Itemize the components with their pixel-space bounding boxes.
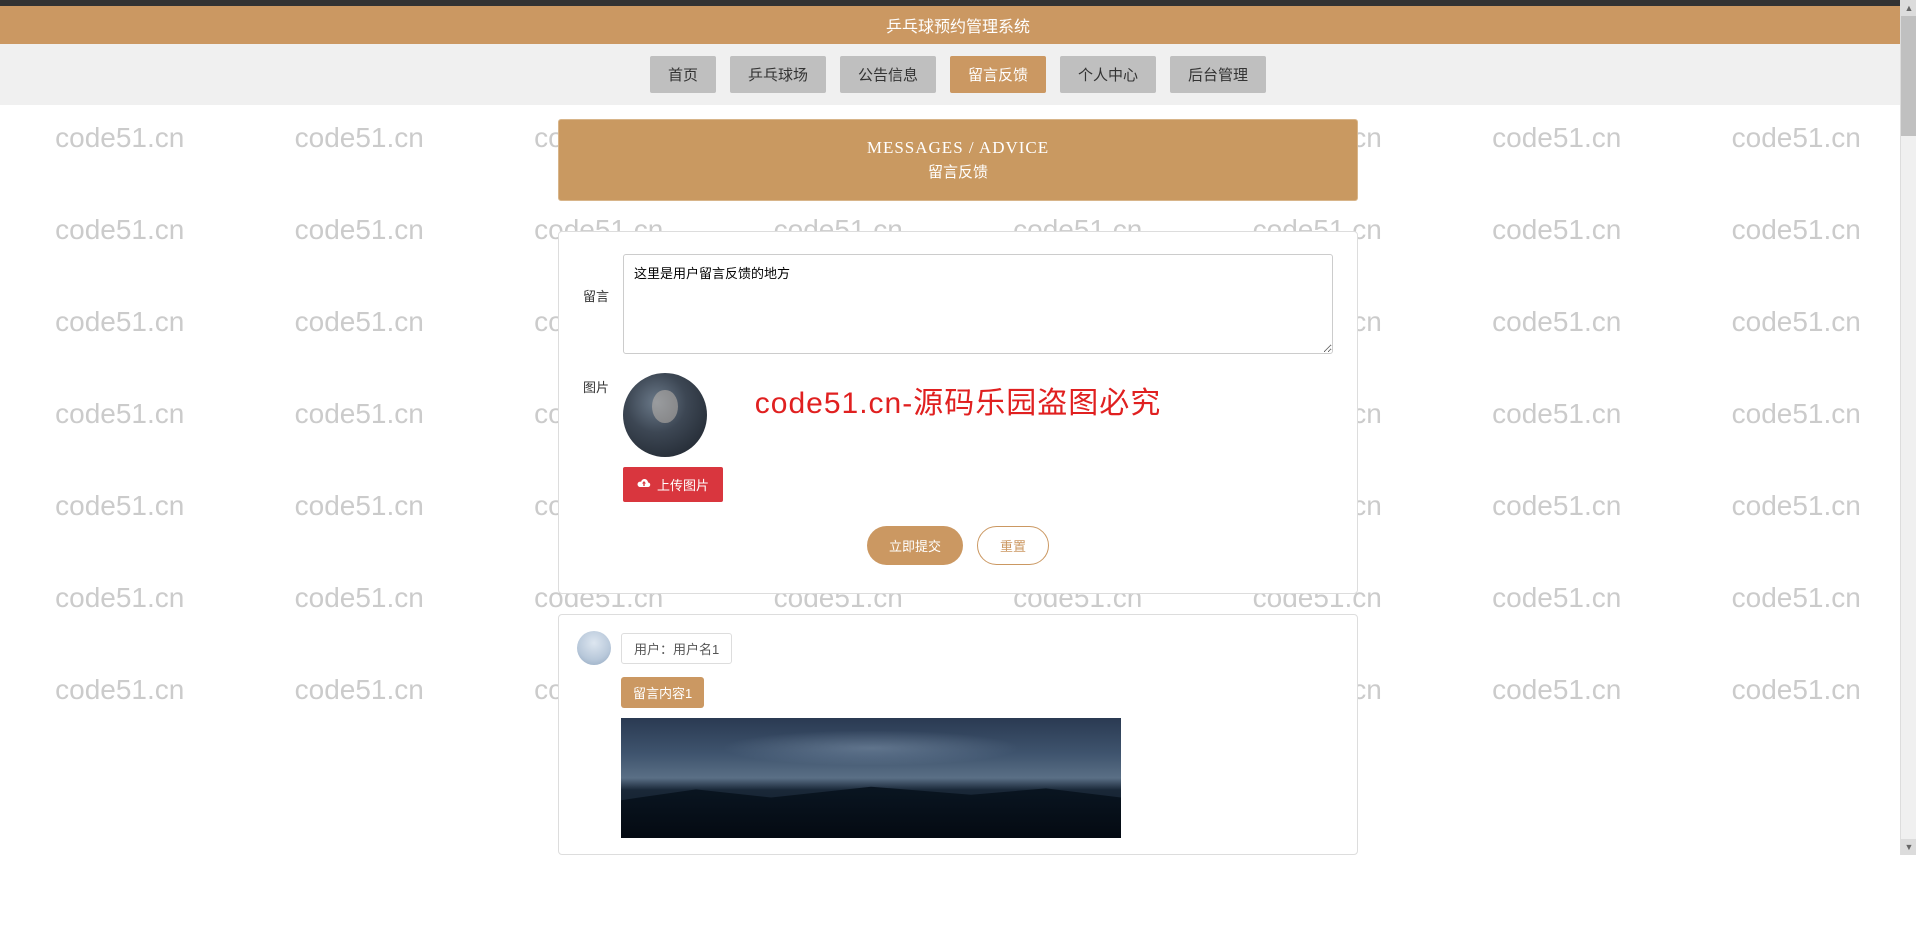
- image-row: 图片 上传图片: [583, 373, 1333, 502]
- cloud-upload-icon: [637, 477, 651, 492]
- nav-home[interactable]: 首页: [650, 56, 716, 93]
- scrollbar-up-icon[interactable]: ▲: [1901, 0, 1916, 16]
- message-label: 留言: [583, 254, 623, 359]
- content: MESSAGES / ADVICE 留言反馈 留言 图片 上传图片 立: [558, 119, 1358, 855]
- reset-button[interactable]: 重置: [977, 526, 1049, 565]
- nav-profile[interactable]: 个人中心: [1060, 56, 1156, 93]
- comment-content-tag: 留言内容1: [621, 677, 704, 708]
- comment-image: [621, 718, 1121, 838]
- header: 乒乓球预约管理系统: [0, 6, 1916, 44]
- comment-username: 用户：用户名1: [621, 633, 732, 664]
- nav-feedback[interactable]: 留言反馈: [950, 56, 1046, 93]
- scrollbar-down-icon[interactable]: ▼: [1901, 839, 1916, 855]
- submit-button[interactable]: 立即提交: [867, 526, 963, 565]
- banner-title-en: MESSAGES / ADVICE: [577, 138, 1339, 158]
- comment-card: 用户：用户名1 留言内容1: [558, 614, 1358, 855]
- upload-button[interactable]: 上传图片: [623, 467, 723, 502]
- scrollbar[interactable]: ▲ ▼: [1900, 0, 1916, 855]
- banner-title-cn: 留言反馈: [577, 161, 1339, 182]
- feedback-form: 留言 图片 上传图片 立即提交 重置: [558, 231, 1358, 594]
- page-banner: MESSAGES / ADVICE 留言反馈: [558, 119, 1358, 201]
- message-row: 留言: [583, 254, 1333, 359]
- image-preview: [623, 373, 707, 457]
- page-title: 乒乓球预约管理系统: [886, 13, 1030, 37]
- nav-court[interactable]: 乒乓球场: [730, 56, 826, 93]
- comment-header: 用户：用户名1: [577, 631, 1339, 665]
- nav-notice[interactable]: 公告信息: [840, 56, 936, 93]
- image-label: 图片: [583, 373, 623, 502]
- button-row: 立即提交 重置: [583, 526, 1333, 565]
- message-textarea[interactable]: [623, 254, 1333, 354]
- scrollbar-thumb[interactable]: [1901, 16, 1916, 136]
- avatar: [577, 631, 611, 665]
- nav-admin[interactable]: 后台管理: [1170, 56, 1266, 93]
- upload-label: 上传图片: [657, 475, 709, 494]
- nav-bar: 首页 乒乓球场 公告信息 留言反馈 个人中心 后台管理: [0, 44, 1916, 105]
